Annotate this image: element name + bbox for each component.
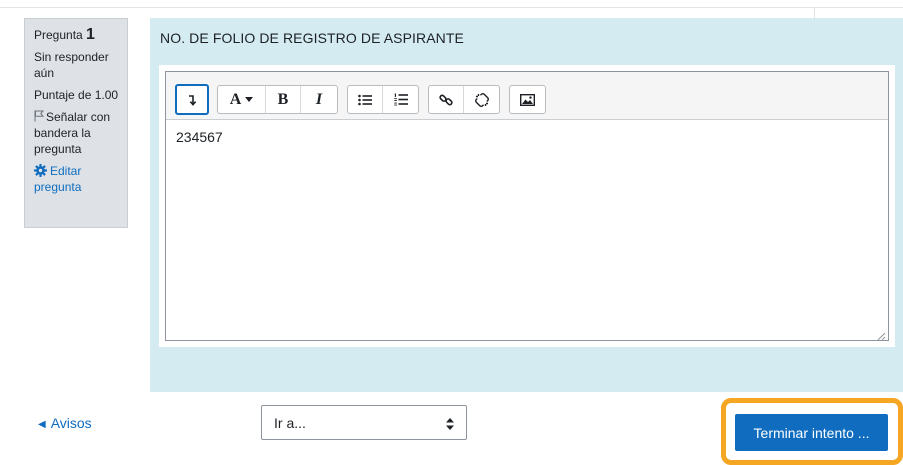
unordered-list-icon bbox=[358, 94, 372, 106]
question-state: Sin responder aún bbox=[34, 50, 109, 80]
question-number: Pregunta 1 bbox=[34, 27, 127, 43]
question-number-label: Pregunta bbox=[34, 28, 83, 42]
toolbar-group-collapse bbox=[175, 84, 209, 115]
edit-question-link[interactable]: Editar pregunta bbox=[34, 163, 127, 195]
toolbar-group-media bbox=[509, 85, 546, 114]
previous-activity-link[interactable]: ◀ Avisos bbox=[38, 415, 92, 431]
question-text: NO. DE FOLIO DE REGISTRO DE ASPIRANTE bbox=[160, 30, 464, 46]
flag-question-label: Señalar con bandera la pregunta bbox=[34, 110, 111, 156]
editor-container: A B I 234567 bbox=[159, 65, 895, 347]
gear-icon bbox=[34, 164, 47, 177]
triangle-left-icon: ◀ bbox=[38, 419, 46, 430]
unlink-icon bbox=[474, 92, 489, 107]
flag-question-toggle[interactable]: Señalar con bandera la pregunta bbox=[34, 109, 127, 157]
paragraph-style-button[interactable]: A bbox=[218, 86, 266, 113]
rich-text-editor: A B I 234567 bbox=[165, 71, 889, 341]
insert-image-button[interactable] bbox=[510, 86, 545, 113]
question-info-panel: Pregunta 1 Sin responder aún Puntaje de … bbox=[24, 18, 128, 228]
bold-label: B bbox=[277, 90, 289, 108]
collapse-toolbar-button[interactable] bbox=[177, 86, 207, 113]
answer-editor-area[interactable]: 234567 bbox=[166, 120, 888, 340]
toolbar-group-lists bbox=[347, 85, 419, 114]
question-content: NO. DE FOLIO DE REGISTRO DE ASPIRANTE A bbox=[150, 18, 903, 392]
previous-activity-label: Avisos bbox=[50, 415, 92, 431]
link-button[interactable] bbox=[429, 86, 464, 113]
toolbar-group-links bbox=[428, 85, 500, 114]
toolbar-group-format: A B I bbox=[217, 85, 338, 114]
jump-to-selected-value: Ir a... bbox=[274, 415, 306, 431]
flag-icon bbox=[34, 110, 45, 122]
finish-attempt-button[interactable]: Terminar intento ... bbox=[735, 414, 888, 451]
italic-label: I bbox=[315, 90, 323, 108]
editor-toolbar: A B I bbox=[166, 72, 888, 120]
question-grade: Puntaje de 1.00 bbox=[34, 88, 119, 102]
ordered-list-button[interactable] bbox=[383, 86, 418, 113]
ordered-list-icon bbox=[393, 93, 408, 106]
paragraph-style-label: A bbox=[229, 90, 242, 108]
unordered-list-button[interactable] bbox=[348, 86, 383, 113]
jump-to-select[interactable]: Ir a... bbox=[261, 405, 467, 440]
image-icon bbox=[520, 93, 535, 106]
top-divider bbox=[0, 7, 903, 8]
question-number-value: 1 bbox=[86, 26, 95, 43]
caret-down-icon bbox=[245, 97, 254, 102]
italic-button[interactable]: I bbox=[301, 86, 337, 113]
unlink-button[interactable] bbox=[464, 86, 499, 113]
select-arrows-icon bbox=[446, 417, 454, 430]
resize-handle-icon[interactable] bbox=[876, 328, 886, 341]
collapse-icon bbox=[186, 94, 198, 106]
bold-button[interactable]: B bbox=[266, 86, 301, 113]
link-icon bbox=[439, 93, 453, 107]
